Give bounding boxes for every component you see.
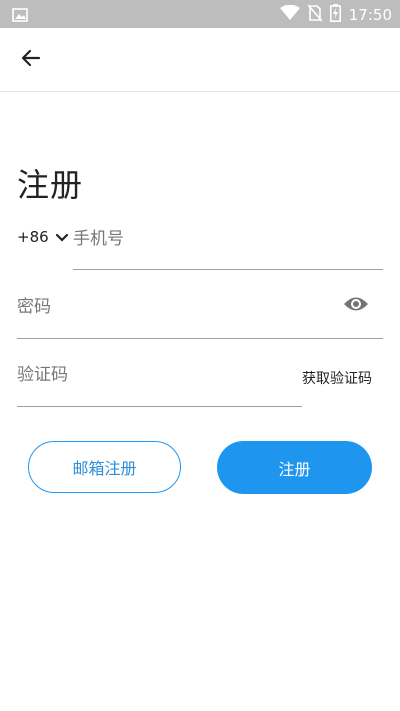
chevron-down-icon (55, 228, 69, 247)
country-code-select[interactable]: +86 (17, 226, 69, 248)
battery-charging-icon (329, 4, 341, 26)
no-sim-icon (307, 4, 323, 26)
image-icon (12, 7, 28, 26)
back-arrow-icon (21, 49, 41, 71)
eye-icon (342, 297, 370, 319)
page-title: 注册 (17, 166, 84, 204)
status-bar: 17:50 (0, 0, 400, 28)
get-code-button[interactable]: 获取验证码 (302, 368, 372, 388)
phone-input[interactable] (73, 226, 373, 252)
country-code-value: +86 (17, 228, 49, 246)
toggle-password-button[interactable] (342, 293, 370, 315)
wifi-icon (279, 4, 300, 25)
password-underline (17, 338, 383, 339)
email-register-button[interactable]: 邮箱注册 (28, 441, 181, 493)
code-underline (17, 406, 302, 407)
back-button[interactable] (14, 44, 48, 76)
app-bar (0, 28, 400, 92)
register-button[interactable]: 注册 (217, 441, 372, 494)
phone-underline (73, 269, 383, 270)
password-input[interactable] (17, 294, 317, 320)
verification-code-input[interactable] (17, 362, 287, 388)
status-time: 17:50 (348, 6, 392, 24)
